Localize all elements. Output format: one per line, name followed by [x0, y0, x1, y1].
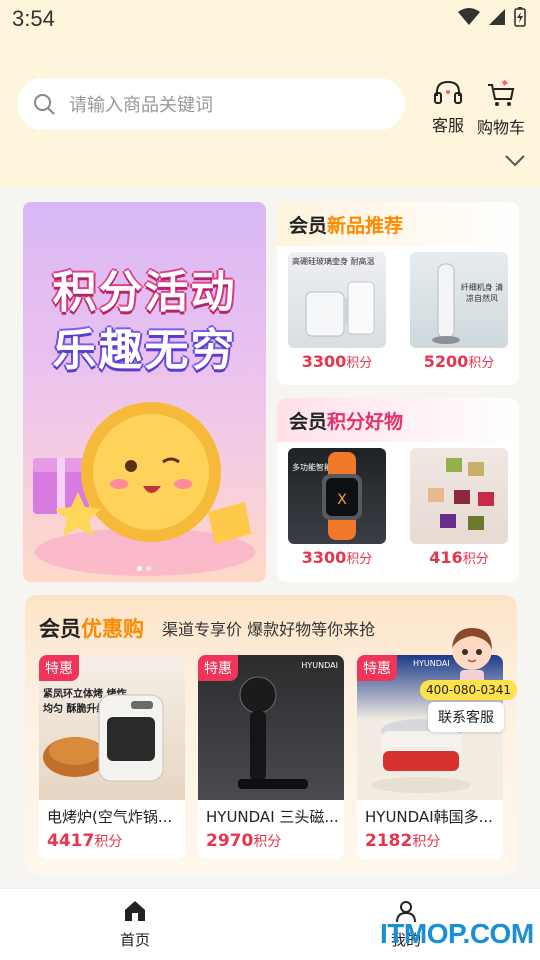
banner-title-line1: 积分活动	[52, 267, 237, 318]
promo-banner[interactable]: 积分活动 乐趣无穷	[23, 202, 266, 582]
deal-badge: 特惠	[357, 655, 397, 681]
shaver-image: HYUNDAI 特惠	[198, 655, 344, 800]
cart-icon	[488, 80, 515, 106]
signal-icon	[489, 9, 505, 25]
status-bar: 3:54	[0, 0, 540, 40]
deal-item-name: HYUNDAI韩国多...	[365, 808, 493, 826]
cart-label: 购物车	[476, 118, 525, 137]
tab-home[interactable]: 首页	[100, 899, 170, 950]
points-goods-card[interactable]: 会员 积分好物 多功能智能手表 X 3300积分 416积分	[277, 398, 519, 582]
member-discount-subtitle: 渠道专享价 爆款好物等你来抢	[162, 620, 376, 639]
title-highlight: 新品推荐	[327, 214, 404, 237]
search-input[interactable]: 请输入商品关键词	[17, 78, 405, 130]
title-prefix: 会员	[289, 410, 328, 433]
product-price: 3300积分	[301, 548, 373, 567]
points-goods-title: 会员 积分好物	[277, 398, 519, 442]
deal-badge: 特惠	[198, 655, 238, 681]
air-fryer-image: 紧凤环立体烤 烤炸均匀 酥脆升级 特惠	[39, 655, 185, 800]
site-watermark: ITMOP.COM	[380, 918, 534, 949]
agent-avatar-icon	[452, 628, 492, 684]
title-highlight: 积分好物	[327, 410, 404, 433]
product-item[interactable]: 高硼硅玻璃壶身 耐高温 3300积分	[288, 252, 386, 371]
product-item[interactable]: 多功能智能手表 X 3300积分	[288, 448, 386, 567]
deal-item-price: 2182积分	[365, 831, 441, 851]
service-phone: 400-080-0341	[420, 680, 518, 700]
customer-service-button[interactable]: 客服	[418, 80, 478, 136]
carousel-dot[interactable]	[146, 566, 151, 571]
battery-icon	[514, 7, 526, 27]
member-discount-title: 会员优惠购	[39, 613, 144, 643]
soap-cubes-image	[410, 448, 508, 544]
status-icons	[458, 7, 526, 27]
title-prefix: 会员	[39, 617, 81, 641]
contact-service-button[interactable]: 联系客服	[428, 702, 504, 732]
new-products-title: 会员 新品推荐	[277, 202, 519, 246]
home-icon	[125, 901, 145, 921]
deal-item-price: 4417积分	[47, 831, 123, 851]
smartwatch-image: 多功能智能手表 X	[288, 448, 386, 544]
cart-button[interactable]: 购物车	[471, 80, 531, 138]
product-price: 3300积分	[301, 352, 373, 371]
kettle-image: 高硼硅玻璃壶身 耐高温	[288, 252, 386, 348]
tower-fan-image: 纤细机身 清凉自然风	[410, 252, 508, 348]
product-item[interactable]: 纤细机身 清凉自然风 5200积分	[410, 252, 508, 371]
deal-item[interactable]: HYUNDAI 特惠 HYUNDAI 三头磁... 2970积分	[198, 655, 344, 859]
home-content: 积分活动 乐趣无穷 会员 新品推荐 高硼硅玻璃壶身 耐高温 3300积分 纤细机…	[0, 188, 540, 888]
deal-item[interactable]: 紧凤环立体烤 烤炸均匀 酥脆升级 特惠 电烤炉(空气炸锅... 4417积分	[39, 655, 185, 859]
title-highlight: 优惠购	[81, 617, 144, 641]
tab-home-label: 首页	[119, 931, 150, 949]
search-icon	[34, 94, 55, 115]
deal-item-price: 2970积分	[206, 831, 282, 851]
search-placeholder: 请输入商品关键词	[69, 95, 213, 116]
product-price: 416积分	[429, 548, 489, 567]
new-products-card[interactable]: 会员 新品推荐 高硼硅玻璃壶身 耐高温 3300积分 纤细机身 清凉自然风 520…	[277, 202, 519, 385]
product-price: 5200积分	[423, 352, 495, 371]
header: 请输入商品关键词 客服 购物车	[0, 40, 540, 188]
deal-badge: 特惠	[39, 655, 79, 681]
title-prefix: 会员	[289, 214, 328, 237]
wifi-icon	[458, 8, 480, 25]
deal-item-name: 电烤炉(空气炸锅...	[47, 808, 173, 826]
carousel-dots	[137, 566, 151, 571]
carousel-dot[interactable]	[137, 566, 142, 571]
service-label: 客服	[431, 116, 464, 135]
chevron-down-icon[interactable]	[504, 154, 526, 168]
product-item[interactable]: 416积分	[410, 448, 508, 567]
headset-icon	[434, 80, 462, 104]
status-time: 3:54	[12, 6, 55, 31]
coin-mascot-image	[33, 402, 255, 576]
svg-text:X: X	[337, 492, 347, 508]
deal-item-name: HYUNDAI 三头磁...	[206, 808, 339, 826]
